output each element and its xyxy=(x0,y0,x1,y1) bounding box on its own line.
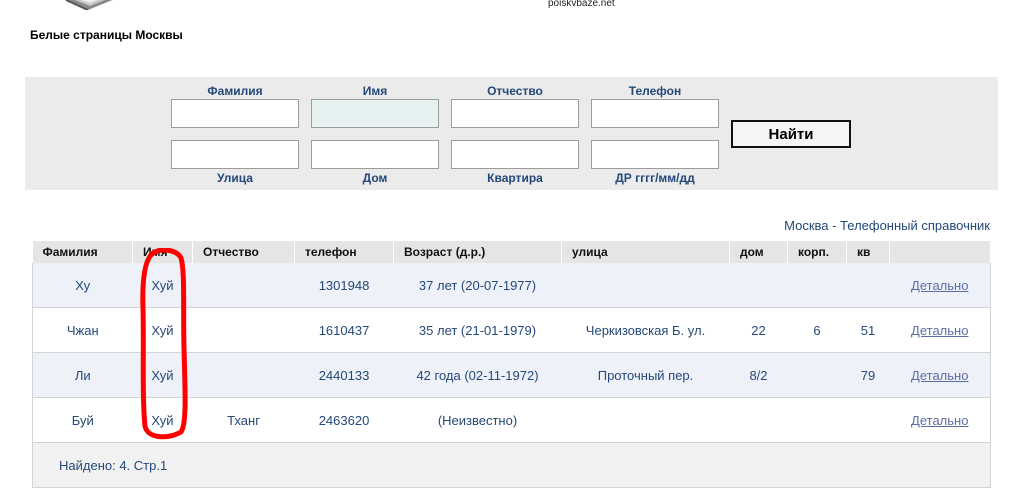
results-count-row: Найдено: 4. Стр.1 xyxy=(32,442,991,488)
cell-patronymic xyxy=(192,307,295,353)
cell-street: Черкизовская Б. ул. xyxy=(561,307,730,353)
cell-house: 22 xyxy=(729,307,788,353)
birthdate-input[interactable] xyxy=(591,140,719,169)
cell-building xyxy=(787,263,847,308)
cell-lastname: Чжан xyxy=(32,307,133,353)
table-row: Чжан Хуй 1610437 35 лет (21-01-1979) Чер… xyxy=(32,307,991,353)
col-header-lastname[interactable]: Фамилия xyxy=(32,241,133,263)
col-header-apartment[interactable]: кв xyxy=(846,241,890,263)
col-header-house[interactable]: дом xyxy=(729,241,788,263)
cell-phone: 1301948 xyxy=(294,263,394,308)
cell-apartment xyxy=(846,397,890,443)
cell-building: 6 xyxy=(787,307,847,353)
results-table: Фамилия Имя Отчество телефон Возраст (д.… xyxy=(32,241,991,488)
patronymic-input[interactable] xyxy=(451,99,579,128)
house-input[interactable] xyxy=(311,140,439,169)
cell-street xyxy=(561,397,730,443)
label-birthdate: ДР гггг/мм/дд xyxy=(615,171,695,185)
directory-link[interactable]: Москва - Телефонный справочник xyxy=(784,218,990,233)
results-count: Найдено: 4. Стр.1 xyxy=(32,442,991,488)
table-row: Ху Хуй 1301948 37 лет (20-07-1977) Детал… xyxy=(32,263,991,308)
col-header-firstname[interactable]: Имя xyxy=(132,241,193,263)
cell-firstname: Хуй xyxy=(132,397,193,443)
col-header-patronymic[interactable]: Отчество xyxy=(192,241,295,263)
cell-lastname: Ху xyxy=(32,263,133,308)
search-button[interactable]: Найти xyxy=(731,120,851,148)
table-row: Буй Хуй Тханг 2463620 (Неизвестно) Детал… xyxy=(32,397,991,443)
cell-building xyxy=(787,397,847,443)
details-link[interactable]: Детально xyxy=(911,413,968,428)
cell-apartment: 51 xyxy=(846,307,890,353)
street-input[interactable] xyxy=(171,140,299,169)
cell-patronymic: Тханг xyxy=(192,397,295,443)
details-link[interactable]: Детально xyxy=(911,323,968,338)
cell-house xyxy=(729,263,788,308)
cell-phone: 1610437 xyxy=(294,307,394,353)
cell-firstname: Хуй xyxy=(132,352,193,398)
cell-lastname: Ли xyxy=(32,352,133,398)
lastname-input[interactable] xyxy=(171,99,299,128)
cell-apartment xyxy=(846,263,890,308)
search-panel: Фамилия Имя Отчество Телефон Улица Дом К… xyxy=(25,77,998,190)
cell-phone: 2440133 xyxy=(294,352,394,398)
site-domain: poiskvbaze.net xyxy=(548,0,615,9)
firstname-input[interactable] xyxy=(311,99,439,128)
details-link[interactable]: Детально xyxy=(911,278,968,293)
cell-apartment: 79 xyxy=(846,352,890,398)
label-apartment: Квартира xyxy=(487,171,543,185)
label-street: Улица xyxy=(217,171,253,185)
cell-lastname: Буй xyxy=(32,397,133,443)
cell-phone: 2463620 xyxy=(294,397,394,443)
label-patronymic: Отчество xyxy=(487,84,543,98)
cell-house: 8/2 xyxy=(729,352,788,398)
cell-age: 42 года (02-11-1972) xyxy=(393,352,562,398)
label-firstname: Имя xyxy=(362,84,388,98)
label-lastname: Фамилия xyxy=(207,84,263,98)
cell-details: Детально xyxy=(889,307,991,353)
col-header-phone[interactable]: телефон xyxy=(294,241,394,263)
phone-input[interactable] xyxy=(591,99,719,128)
cell-patronymic xyxy=(192,352,295,398)
col-header-age[interactable]: Возраст (д.р.) xyxy=(393,241,562,263)
table-header-row: Фамилия Имя Отчество телефон Возраст (д.… xyxy=(32,241,991,263)
cell-firstname: Хуй xyxy=(132,263,193,308)
cell-details: Детально xyxy=(889,352,991,398)
cell-details: Детально xyxy=(889,263,991,308)
details-link[interactable]: Детально xyxy=(911,368,968,383)
cell-details: Детально xyxy=(889,397,991,443)
label-house: Дом xyxy=(362,171,388,185)
col-header-details xyxy=(889,241,991,263)
cell-age: 37 лет (20-07-1977) xyxy=(393,263,562,308)
col-header-building[interactable]: корп. xyxy=(787,241,847,263)
col-header-street[interactable]: улица xyxy=(561,241,730,263)
cell-patronymic xyxy=(192,263,295,308)
cell-age: 35 лет (21-01-1979) xyxy=(393,307,562,353)
logo-book-icon xyxy=(65,0,113,10)
cell-house xyxy=(729,397,788,443)
label-phone: Телефон xyxy=(628,84,682,98)
table-row: Ли Хуй 2440133 42 года (02-11-1972) Прот… xyxy=(32,352,991,398)
cell-street: Проточный пер. xyxy=(561,352,730,398)
cell-firstname: Хуй xyxy=(132,307,193,353)
site-logo-text: Белые страницы Москвы xyxy=(30,28,183,42)
apartment-input[interactable] xyxy=(451,140,579,169)
cell-building xyxy=(787,352,847,398)
cell-age: (Неизвестно) xyxy=(393,397,562,443)
cell-street xyxy=(561,263,730,308)
